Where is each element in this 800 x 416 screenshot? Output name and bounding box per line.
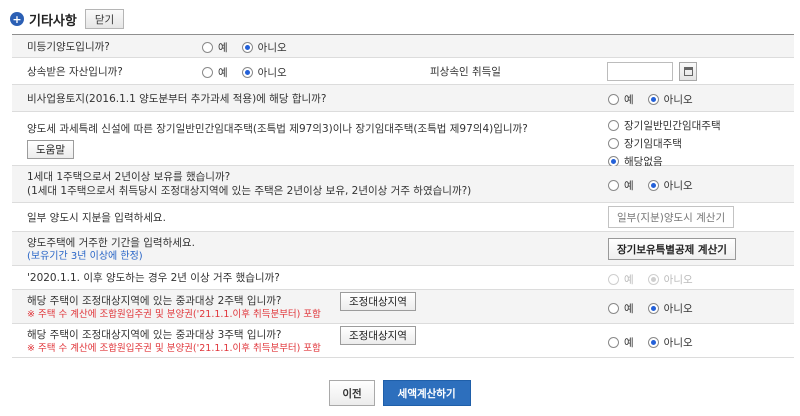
question-label: 해당 주택이 조정대상지역에 있는 중과대상 3주택 입니까? (27, 329, 282, 341)
radio-long-term-private[interactable]: 장기일반민간임대주택 (608, 118, 721, 133)
question-label: 1세대 1주택으로서 2년이상 보유를 했습니까? (27, 171, 231, 183)
radio-yes: 예 (608, 272, 634, 287)
question-label: 미등기양도입니까? (27, 41, 110, 53)
radio-no[interactable]: 아니오 (647, 301, 693, 316)
plus-icon: + (10, 12, 24, 26)
inherit-date-input[interactable] (607, 62, 673, 81)
radio-yes[interactable]: 예 (608, 301, 634, 316)
question-label: 일부 양도시 지분을 입력하세요. (27, 212, 166, 224)
row-inherited: 상속받은 자산입니까? 예 아니오 피상속인 취득일 (12, 58, 794, 85)
question-label: '2020.1.1. 이후 양도하는 경우 2년 이상 거주 했습니까? (27, 272, 280, 284)
inherit-date-label: 피상속인 취득일 (430, 66, 501, 78)
row-unregistered: 미등기양도입니까? 예 아니오 (12, 35, 794, 58)
radio-no[interactable]: 아니오 (647, 92, 693, 107)
section-title: 기타사항 (29, 13, 77, 29)
radio-yes[interactable]: 예 (608, 335, 634, 350)
radio-no[interactable]: 아니오 (647, 335, 693, 350)
question-table: 미등기양도입니까? 예 아니오 상속받은 자산입니까? 예 아니오 피상속인 취… (12, 34, 794, 358)
row-heavy-tax-3house: 해당 주택이 조정대상지역에 있는 중과대상 3주택 입니까? ※ 주택 수 계… (12, 324, 794, 358)
radio-yes[interactable]: 예 (202, 40, 228, 55)
warning-note: ※ 주택 수 계산에 조합원입주권 및 분양권('21.1.1.이후 취득분부터… (27, 309, 321, 320)
row-heavy-tax-2house: 해당 주택이 조정대상지역에 있는 중과대상 2주택 입니까? ※ 주택 수 계… (12, 290, 794, 324)
radio-long-term[interactable]: 장기임대주택 (608, 136, 721, 151)
question-detail: (1세대 1주택으로서 취득당시 조정대상지역에 있는 주택은 2년이상 보유,… (27, 185, 472, 197)
close-button[interactable]: 닫기 (84, 9, 125, 29)
calculate-tax-button[interactable]: 세액계산하기 (382, 380, 471, 406)
question-label: 해당 주택이 조정대상지역에 있는 중과대상 2주택 입니까? (27, 295, 282, 307)
footer-actions: 이전 세액계산하기 (0, 380, 800, 406)
row-residence-2020: '2020.1.1. 이후 양도하는 경우 2년 이상 거주 했습니까? 예 아… (12, 266, 794, 290)
adjustment-area-button[interactable]: 조정대상지역 (340, 326, 416, 345)
previous-button[interactable]: 이전 (329, 380, 375, 406)
radio-no[interactable]: 아니오 (647, 178, 693, 193)
radio-yes[interactable]: 예 (202, 65, 228, 80)
row-one-house: 1세대 1주택으로서 2년이상 보유를 했습니까? (1세대 1주택으로서 취득… (12, 166, 794, 203)
radio-no: 아니오 (647, 272, 693, 287)
help-button[interactable]: 도움말 (27, 140, 74, 159)
radio-yes[interactable]: 예 (608, 92, 634, 107)
row-rental-housing: 양도세 과세특례 신설에 따른 장기일반민간임대주택(조특법 제97의3)이나 … (12, 112, 794, 168)
rental-type-options: 장기일반민간임대주택 장기임대주택 해당없음 (608, 118, 735, 172)
partial-transfer-calculator-button[interactable]: 일부(지분)양도시 계산기 (608, 206, 735, 228)
row-residence-period: 양도주택에 거주한 기간을 입력하세요. (보유기간 3년 이상에 한정) 장기… (12, 232, 794, 266)
question-label: 양도세 과세특례 신설에 따른 장기일반민간임대주택(조특법 제97의3)이나 … (27, 123, 528, 135)
row-nonbusiness-land: 비사업용토지(2016.1.1 양도분부터 추가과세 적용)에 해당 합니까? … (12, 85, 794, 112)
adjustment-area-button[interactable]: 조정대상지역 (340, 292, 416, 311)
question-note: (보유기간 3년 이상에 한정) (27, 251, 143, 262)
question-label: 비사업용토지(2016.1.1 양도분부터 추가과세 적용)에 해당 합니까? (27, 93, 327, 105)
section-header: + 기타사항 닫기 (10, 8, 125, 30)
long-term-deduction-calculator-button[interactable]: 장기보유특별공제 계산기 (608, 238, 736, 260)
question-label: 상속받은 자산입니까? (27, 66, 123, 78)
radio-yes[interactable]: 예 (608, 178, 634, 193)
warning-note: ※ 주택 수 계산에 조합원입주권 및 분양권('21.1.1.이후 취득분부터… (27, 343, 321, 354)
calendar-icon[interactable] (679, 62, 697, 81)
question-label: 양도주택에 거주한 기간을 입력하세요. (27, 237, 195, 249)
radio-no[interactable]: 아니오 (241, 40, 287, 55)
row-partial-transfer: 일부 양도시 지분을 입력하세요. 일부(지분)양도시 계산기 (12, 203, 794, 232)
radio-no[interactable]: 아니오 (241, 65, 287, 80)
